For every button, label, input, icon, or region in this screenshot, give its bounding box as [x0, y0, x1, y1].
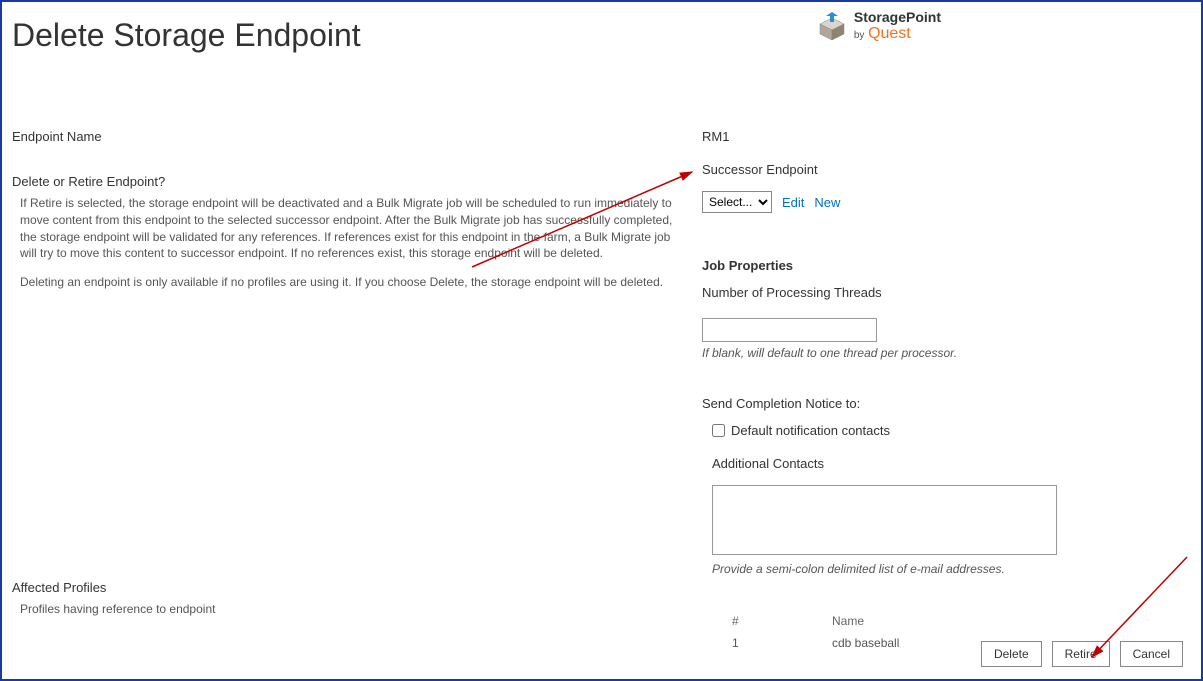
storagepoint-box-icon [816, 10, 848, 42]
cancel-button[interactable]: Cancel [1120, 641, 1183, 667]
logo-company-name: Quest [868, 25, 911, 42]
affected-profiles-label: Affected Profiles [12, 580, 106, 595]
additional-contacts-label: Additional Contacts [712, 456, 1172, 471]
default-contacts-checkbox[interactable] [712, 424, 725, 437]
button-bar: Delete Retire Cancel [981, 641, 1183, 667]
endpoint-name-label: Endpoint Name [12, 129, 692, 144]
logo-text: StoragePoint by Quest [854, 10, 941, 43]
logo-by-text: by [854, 30, 865, 41]
successor-endpoint-label: Successor Endpoint [702, 162, 1172, 177]
affected-profiles-help: Profiles having reference to endpoint [20, 602, 215, 616]
processing-threads-label: Number of Processing Threads [702, 285, 1172, 300]
successor-endpoint-select[interactable]: Select... [702, 191, 772, 213]
product-logo: StoragePoint by Quest [816, 10, 941, 43]
default-contacts-checkbox-label: Default notification contacts [731, 423, 890, 438]
completion-notice-label: Send Completion Notice to: [702, 396, 1172, 411]
profiles-header-name: Name [832, 614, 1172, 628]
logo-product-name: StoragePoint [854, 10, 941, 25]
additional-contacts-hint: Provide a semi-colon delimited list of e… [712, 562, 1172, 576]
profile-row-num: 1 [702, 636, 832, 650]
profiles-table-header: # Name [702, 614, 1172, 628]
delete-button[interactable]: Delete [981, 641, 1042, 667]
job-properties-heading: Job Properties [702, 258, 1172, 273]
processing-threads-input[interactable] [702, 318, 877, 342]
delete-help-text: Deleting an endpoint is only available i… [12, 274, 692, 291]
page-title: Delete Storage Endpoint [2, 2, 1201, 54]
delete-retire-label: Delete or Retire Endpoint? [12, 174, 692, 189]
retire-help-text: If Retire is selected, the storage endpo… [12, 195, 692, 262]
profiles-header-num: # [702, 614, 832, 628]
endpoint-name-value: RM1 [702, 129, 1172, 144]
processing-threads-hint: If blank, will default to one thread per… [702, 346, 1172, 360]
additional-contacts-textarea[interactable] [712, 485, 1057, 555]
retire-button[interactable]: Retire [1052, 641, 1110, 667]
new-link[interactable]: New [814, 195, 840, 210]
edit-link[interactable]: Edit [782, 195, 804, 210]
